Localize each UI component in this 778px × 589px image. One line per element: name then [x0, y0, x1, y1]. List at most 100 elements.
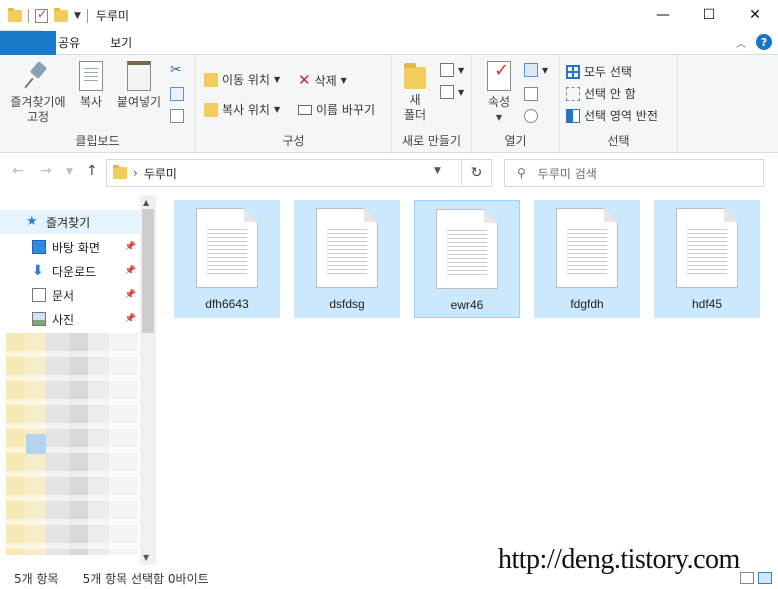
- nav-item-documents[interactable]: 문서 📌: [0, 283, 140, 307]
- invert-selection-icon: [566, 108, 580, 123]
- nav-scrollbar[interactable]: ▲ ▼: [140, 195, 156, 565]
- nav-item-desktop[interactable]: 바탕 화면 📌: [0, 235, 140, 259]
- nav-item-quick-access[interactable]: ★ 즐겨찾기: [0, 210, 140, 234]
- select-all-button[interactable]: 모두 선택: [566, 63, 632, 80]
- minimize-button[interactable]: —: [640, 0, 686, 30]
- window-title: 두루미: [95, 9, 130, 23]
- copy-to-button[interactable]: 복사 위치 ▼: [204, 101, 280, 118]
- divider: [28, 8, 29, 23]
- file-item[interactable]: hdf45: [654, 200, 760, 318]
- chevron-up-icon[interactable]: ︿: [736, 35, 746, 50]
- navigation-pane: ★ 즐겨찾기 바탕 화면 📌 ⬇ 다운로드 📌 문서 📌 사진 📌 ▲ ▼: [0, 195, 156, 565]
- pin-icon[interactable]: 📌: [125, 242, 136, 252]
- move-to-button[interactable]: 이동 위치 ▼: [204, 71, 280, 88]
- file-item[interactable]: fdgfdh: [534, 200, 640, 318]
- select-all-icon: [566, 64, 580, 79]
- pin-to-quick-access-button[interactable]: 즐겨찾기에 고정: [6, 61, 70, 125]
- window-controls: — ☐ ✕: [640, 0, 778, 30]
- refresh-button[interactable]: ↻: [462, 159, 492, 187]
- search-input[interactable]: ⚲ 두루미 검색: [504, 159, 764, 187]
- pin-icon[interactable]: 📌: [125, 314, 136, 324]
- large-icons-view-icon[interactable]: [758, 572, 772, 584]
- details-view-icon[interactable]: [740, 572, 754, 584]
- nav-item-label: 바탕 화면: [52, 240, 100, 255]
- open-button[interactable]: ▼: [524, 63, 548, 77]
- chevron-down-icon: ▼: [458, 65, 465, 75]
- tab-view[interactable]: 보기: [95, 30, 147, 54]
- scroll-thumb[interactable]: [142, 209, 154, 333]
- pin-icon[interactable]: 📌: [125, 266, 136, 276]
- maximize-button[interactable]: ☐: [686, 0, 732, 30]
- refresh-icon: ↻: [470, 165, 483, 181]
- move-to-icon: [204, 72, 218, 87]
- file-item[interactable]: ewr46: [414, 200, 520, 318]
- cut-button[interactable]: ✂: [170, 63, 182, 77]
- desktop-icon: [32, 240, 46, 254]
- organize-group-label: 구성: [282, 134, 305, 148]
- copy-label: 복사: [79, 95, 103, 109]
- file-name: fdgfdh: [570, 297, 604, 311]
- forward-arrow-icon[interactable]: →: [40, 163, 52, 179]
- edit-button[interactable]: [524, 87, 538, 101]
- file-name: dfh6643: [205, 297, 249, 311]
- select-all-label: 모두 선택: [584, 65, 632, 79]
- file-item[interactable]: dsfdsg: [294, 200, 400, 318]
- item-count: 5개 항목: [14, 572, 59, 586]
- divider: [86, 8, 88, 23]
- folder-icon: [113, 165, 127, 179]
- pin-label-line1: 즐겨찾기에: [10, 95, 66, 109]
- pin-icon: [24, 61, 52, 91]
- history-button[interactable]: [524, 109, 538, 123]
- close-button[interactable]: ✕: [732, 0, 778, 30]
- help-icon[interactable]: ?: [756, 34, 772, 50]
- chevron-down-icon[interactable]: ▼: [434, 166, 441, 176]
- chevron-down-icon: ▼: [273, 105, 281, 114]
- chevron-down-icon[interactable]: ▼: [74, 11, 81, 21]
- breadcrumb-separator-icon[interactable]: ›: [133, 166, 138, 180]
- text-file-icon: [676, 208, 738, 288]
- invert-selection-button[interactable]: 선택 영역 반전: [566, 107, 658, 124]
- edit-icon: [524, 87, 538, 101]
- easy-access-button[interactable]: ▼: [440, 85, 464, 99]
- properties-icon[interactable]: [35, 7, 48, 23]
- pictures-icon: [32, 312, 46, 326]
- paste-shortcut-button[interactable]: [170, 109, 184, 123]
- nav-item-pictures[interactable]: 사진 📌: [0, 307, 140, 331]
- delete-button[interactable]: ✕ 삭제 ▼: [298, 71, 347, 89]
- back-arrow-icon[interactable]: ←: [12, 163, 24, 179]
- chevron-down-icon: ▼: [495, 113, 503, 122]
- scroll-up-icon[interactable]: ▲: [143, 198, 149, 207]
- nav-item-downloads[interactable]: ⬇ 다운로드 📌: [0, 259, 140, 283]
- easy-access-icon: [440, 85, 454, 99]
- select-none-icon: [566, 86, 580, 101]
- clipboard-group-label: 클립보드: [75, 134, 120, 148]
- delete-label: 삭제: [314, 73, 337, 88]
- properties-button[interactable]: 속성 ▼: [482, 61, 516, 125]
- new-group: 새 폴더 ▼ ▼ 새로 만들기: [392, 55, 472, 153]
- pin-icon[interactable]: 📌: [125, 290, 136, 300]
- open-group: 속성 ▼ ▼ 열기: [472, 55, 560, 153]
- copy-path-button[interactable]: [170, 87, 184, 101]
- file-item[interactable]: dfh6643: [174, 200, 280, 318]
- up-arrow-icon[interactable]: ↑: [86, 163, 98, 179]
- new-folder-button[interactable]: 새 폴더: [400, 61, 430, 123]
- move-to-label: 이동 위치: [222, 73, 270, 87]
- recent-locations-icon[interactable]: ▼: [66, 167, 73, 177]
- new-folder-label-line2: 폴더: [403, 108, 427, 122]
- new-folder-icon: [404, 63, 426, 89]
- chevron-down-icon: ▼: [458, 87, 465, 97]
- select-none-button[interactable]: 선택 안 함: [566, 85, 636, 102]
- rename-label: 이름 바꾸기: [316, 103, 376, 117]
- invert-selection-label: 선택 영역 반전: [584, 109, 658, 123]
- delete-icon: ✕: [298, 71, 311, 89]
- new-item-button[interactable]: ▼: [440, 63, 464, 77]
- breadcrumb-current[interactable]: 두루미: [144, 165, 177, 182]
- new-folder-icon[interactable]: [54, 7, 68, 22]
- paste-button[interactable]: 붙여넣기: [114, 61, 164, 110]
- copy-button[interactable]: 복사: [76, 61, 106, 110]
- rename-button[interactable]: 이름 바꾸기: [298, 101, 375, 118]
- address-bar[interactable]: › 두루미: [106, 159, 462, 187]
- star-icon: ★: [26, 214, 38, 229]
- scroll-down-icon[interactable]: ▼: [143, 553, 149, 562]
- open-group-label: 열기: [504, 134, 527, 148]
